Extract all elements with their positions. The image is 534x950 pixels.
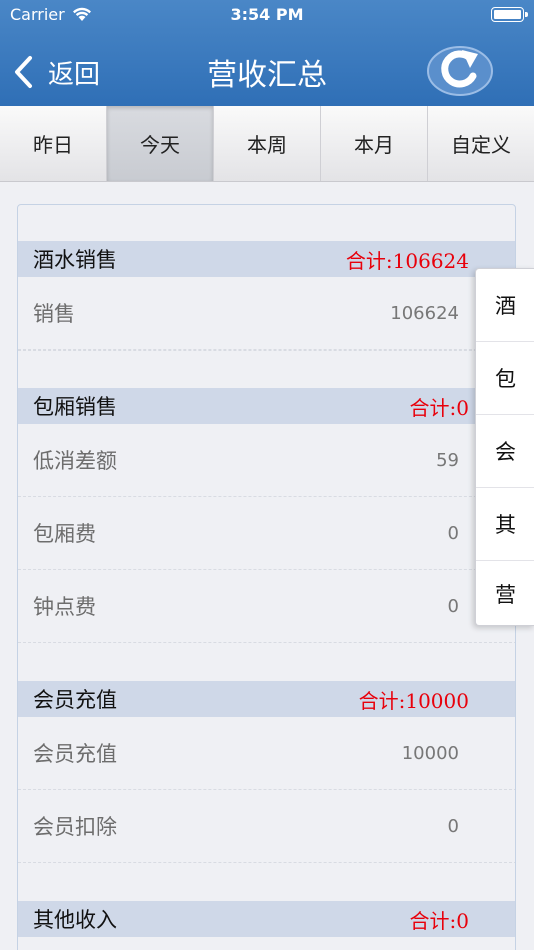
row-value: 106624 bbox=[390, 302, 459, 324]
section-name: 其他收入 bbox=[33, 908, 117, 932]
list-item: 会员充值 10000 bbox=[18, 717, 515, 790]
section-total: 合计:10000 bbox=[358, 688, 469, 713]
battery-icon bbox=[491, 7, 528, 22]
section-header-other-income: 其他收入 合计:0 bbox=[18, 901, 515, 937]
row-value: 0 bbox=[447, 815, 459, 837]
tab-yesterday[interactable]: 昨日 bbox=[0, 106, 107, 181]
tab-custom[interactable]: 自定义 bbox=[428, 106, 534, 181]
section-name: 酒水销售 bbox=[33, 248, 117, 272]
row-value: 0 bbox=[447, 595, 459, 617]
index-item-revenue[interactable]: 营 bbox=[476, 561, 534, 627]
navigation-bar: Carrier 3:54 PM 返回 营收汇总 bbox=[0, 0, 534, 106]
status-time: 3:54 PM bbox=[230, 5, 304, 24]
section-name: 包厢销售 bbox=[33, 395, 117, 419]
section-header-membership: 会员充值 合计:10000 bbox=[18, 681, 515, 717]
row-label: 会员充值 bbox=[33, 742, 117, 766]
row-label: 低消差额 bbox=[33, 449, 117, 473]
list-item: 低消差额 59 bbox=[18, 424, 515, 497]
row-label: 包厢费 bbox=[33, 522, 96, 546]
divider bbox=[18, 350, 515, 351]
row-label: 会员扣除 bbox=[33, 815, 117, 839]
section-name: 会员充值 bbox=[33, 688, 117, 712]
index-item-drinks[interactable]: 酒 bbox=[476, 269, 534, 342]
section-index: 酒 包 会 其 营 bbox=[475, 268, 534, 626]
list-item: 钟点费 0 bbox=[18, 570, 515, 643]
section-total: 合计:0 bbox=[409, 395, 469, 420]
summary-card: 酒水销售 合计:106624 销售 106624 包厢销售 合计:0 低消差额 … bbox=[17, 204, 516, 950]
row-label: 销售 bbox=[33, 302, 75, 326]
section-total: 合计:106624 bbox=[345, 248, 469, 273]
tab-this-week[interactable]: 本周 bbox=[214, 106, 321, 181]
list-item: 包厢费 0 bbox=[18, 497, 515, 570]
section-header-rooms: 包厢销售 合计:0 bbox=[18, 388, 515, 424]
section-total: 合计:0 bbox=[409, 908, 469, 933]
index-item-membership[interactable]: 会 bbox=[476, 415, 534, 488]
row-label: 钟点费 bbox=[33, 595, 96, 619]
section-header-drinks: 酒水销售 合计:106624 bbox=[18, 241, 515, 277]
period-tabs: 昨日 今天 本周 本月 自定义 bbox=[0, 106, 534, 182]
tab-today[interactable]: 今天 bbox=[107, 106, 214, 181]
status-bar: Carrier 3:54 PM bbox=[0, 0, 534, 30]
tab-this-month[interactable]: 本月 bbox=[321, 106, 428, 181]
row-value: 10000 bbox=[401, 742, 459, 764]
index-item-rooms[interactable]: 包 bbox=[476, 342, 534, 415]
list-item: 销售 106624 bbox=[18, 277, 515, 350]
refresh-icon[interactable] bbox=[426, 40, 494, 98]
list-item: 会员扣除 0 bbox=[18, 790, 515, 863]
row-value: 59 bbox=[436, 449, 459, 471]
row-value: 0 bbox=[447, 522, 459, 544]
index-item-other[interactable]: 其 bbox=[476, 488, 534, 561]
